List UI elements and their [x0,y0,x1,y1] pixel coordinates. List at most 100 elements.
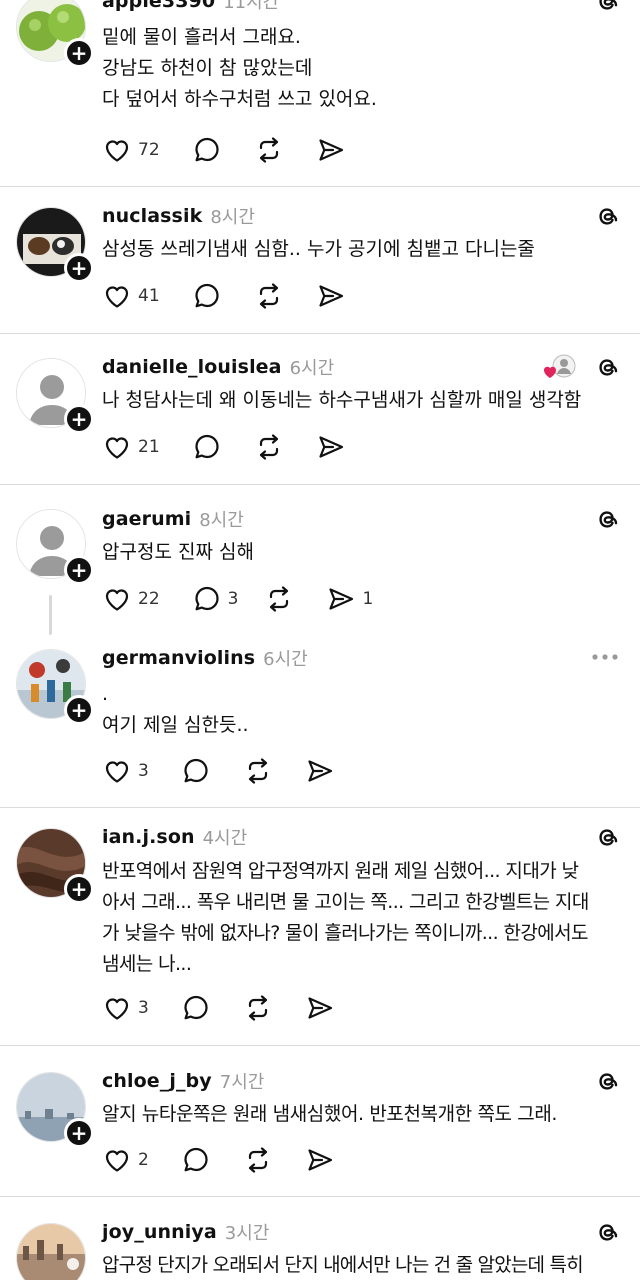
threads-icon[interactable] [594,203,620,229]
heart-icon [105,286,129,308]
post-body: 압구정도 진짜 심해 [102,537,620,568]
more-options-icon[interactable] [590,647,620,667]
send-icon [308,1149,332,1171]
like-count: 72 [138,140,160,160]
action-bar: 3 [102,992,367,1024]
timestamp: 4시간 [202,828,248,849]
avatar[interactable]: + [16,207,94,283]
share-button[interactable]: 1 [326,583,373,615]
threads-icon[interactable] [594,506,620,532]
share-button[interactable] [305,1144,335,1176]
repost-icon [259,137,278,163]
send-icon [319,436,343,458]
repost-icon [248,1147,267,1173]
reply-button[interactable] [181,992,211,1024]
like-button[interactable]: 41 [102,280,160,312]
like-button[interactable]: 21 [102,431,160,463]
repost-button[interactable] [243,992,273,1024]
reply-icon [184,995,208,1020]
post-text-line: 삼성동 쓰레기냄새 심함.. 누가 공기에 침뱉고 다니는줄 [102,238,535,260]
username[interactable]: germanviolins [102,647,255,669]
avatar[interactable]: + [16,828,94,904]
follow-plus-icon[interactable]: + [64,555,94,585]
threads-icon[interactable] [594,0,620,14]
like-button[interactable]: 3 [102,992,149,1024]
post-text-line: 강남도 하천이 참 많았는데 [102,57,313,79]
reply-icon [195,586,219,611]
avatar[interactable]: + [16,358,94,434]
reply-button[interactable] [192,280,222,312]
follow-plus-icon[interactable]: + [64,404,94,434]
post-text-line: 나 청담사는데 왜 이동네는 하수구냄새가 심할까 매일 생각함 [102,389,582,411]
repost-icon [248,758,267,784]
repost-button[interactable] [264,583,294,615]
post-nuclassik: + nuclassik 8시간 삼성동 쓰레기냄새 심함.. 누가 공기에 침뱉… [0,187,640,333]
action-bar: 41 [102,280,378,312]
username[interactable]: ian.j.son [102,826,195,848]
repost-button[interactable] [254,280,284,312]
avatar[interactable]: + [16,0,94,68]
heart-icon [105,998,129,1020]
repost-button[interactable] [254,431,284,463]
share-button[interactable] [316,134,346,166]
post-header: nuclassik 8시간 [102,201,620,231]
share-button[interactable] [316,431,346,463]
post-text-line: 압구정도 진짜 심해 [102,541,254,563]
avatar[interactable]: + [16,1072,94,1148]
share-button[interactable] [305,755,335,787]
post-ian-j-son: + ian.j.son 4시간 반포역에서 잠원역 압구정역까지 원래 제일 심… [0,808,640,1045]
share-button[interactable] [316,280,346,312]
threads-icon[interactable] [594,354,620,380]
threads-icon[interactable] [594,824,620,850]
follow-plus-icon[interactable]: + [64,38,94,68]
repost-button[interactable] [254,134,284,166]
timestamp: 6시간 [263,649,308,670]
follow-plus-icon[interactable]: + [64,695,94,725]
post-chloe-j-by: + chloe_j_by 7시간 알지 뉴타운쪽은 원래 냄새심했어. 반포천복… [0,1046,640,1196]
like-button[interactable]: 2 [102,1144,149,1176]
username[interactable]: danielle_louislea [102,356,282,378]
post-text-line: 다 덮어서 하수구처럼 쓰고 있어요. [102,88,377,110]
reply-button[interactable] [181,755,211,787]
post-body: 압구정 단지가 오래되서 단지 내에서만 나는 건 줄 알았는데 특히 [102,1250,620,1280]
repost-button[interactable] [243,1144,273,1176]
reply-icon [184,1147,208,1172]
liked-by-author-icon [544,354,576,378]
repost-icon [259,283,278,309]
share-button[interactable] [305,992,335,1024]
threads-icon[interactable] [594,1219,620,1245]
reply-button[interactable] [192,431,222,463]
username[interactable]: nuclassik [102,205,202,227]
follow-plus-icon[interactable]: + [64,1118,94,1148]
follow-plus-icon[interactable]: + [64,874,94,904]
username[interactable]: gaerumi [102,508,191,530]
like-button[interactable]: 72 [102,134,160,166]
like-button[interactable]: 22 [102,583,160,615]
username[interactable]: joy_unniya [102,1221,217,1243]
post-joy-unniya: joy_unniya 3시간 압구정 단지가 오래되서 단지 내에서만 나는 건… [0,1197,640,1280]
like-button[interactable]: 3 [102,755,149,787]
reply-button[interactable] [192,134,222,166]
timestamp: 7시간 [219,1072,265,1093]
repost-button[interactable] [243,755,273,787]
reply-icon [184,758,208,783]
reply-icon [195,283,219,308]
post-text-line: 반포역에서 잠원역 압구정역까지 원래 제일 심했어... 지대가 낮 [102,860,579,882]
follow-plus-icon[interactable]: + [64,253,94,283]
repost-icon [248,995,267,1021]
send-icon [308,760,332,782]
post-header: gaerumi 8시간 [102,504,620,534]
avatar[interactable] [16,1223,86,1280]
post-text-line: 가 낮을수 밖에 없자나? 물이 흘러나가는 쪽이니까... 한강에서도 [102,922,588,944]
threads-icon[interactable] [594,1068,620,1094]
thread-connector [49,595,52,635]
reply-button[interactable]: 3 [192,583,238,615]
username[interactable]: chloe_j_by [102,1070,212,1092]
username[interactable]: apple3390 [102,0,215,12]
reply-button[interactable] [181,1144,211,1176]
avatar[interactable]: + [16,509,94,585]
repost-icon [259,434,278,460]
avatar[interactable]: + [16,649,94,725]
post-header: apple3390 11시간 [102,0,620,16]
post-text-line: 여기 제일 심한듯.. [102,714,249,736]
